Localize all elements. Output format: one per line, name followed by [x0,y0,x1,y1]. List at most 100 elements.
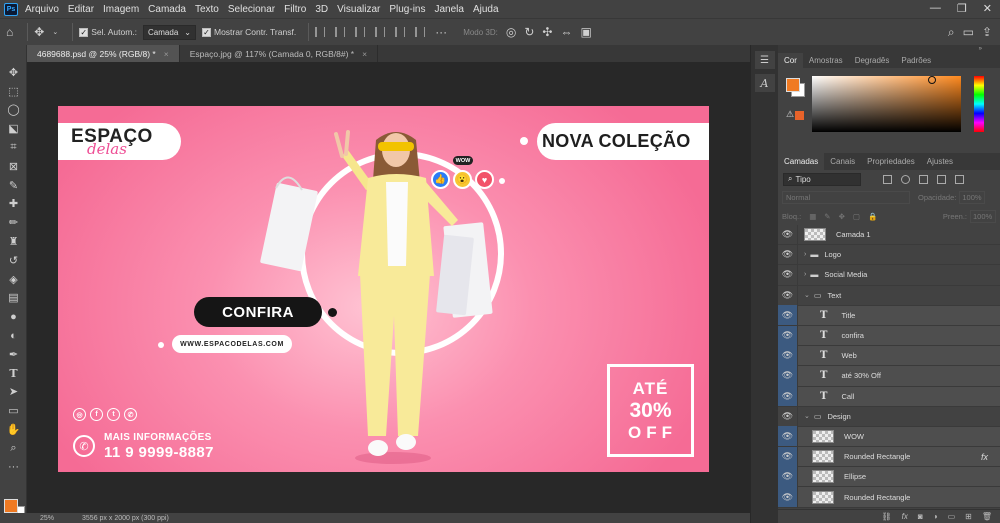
visibility-eye-icon[interactable]: 👁 [778,365,798,386]
menu-imagem[interactable]: Imagem [103,4,139,15]
align-bottom-icon[interactable] [415,27,426,37]
eyedropper-tool-icon[interactable]: ✎ [0,176,27,195]
menu-janela[interactable]: Janela [434,4,463,15]
dodge-tool-icon[interactable]: ◐ [0,326,27,345]
menu-editar[interactable]: Editar [68,4,94,15]
align-left-icon[interactable] [315,27,326,37]
marquee-tool-icon[interactable]: ⬚ [0,82,27,101]
layer-effects-icon[interactable]: fx [981,452,988,462]
visibility-eye-icon[interactable]: 👁 [778,386,798,407]
chevron-right-icon[interactable]: › [804,271,806,278]
history-panel-icon[interactable]: ☰ [754,51,775,69]
close-icon[interactable]: × [362,49,367,59]
layer-group-row[interactable]: 👁 › ▬ Social Media [778,264,1000,286]
layer-group-row[interactable]: 👁 › ▬ Logo [778,244,1000,266]
align-center-icon[interactable] [335,27,346,37]
lock-paint-icon[interactable]: ✎ [824,212,830,221]
workspace-icon[interactable]: ▭ [963,25,974,39]
align-right-icon[interactable] [355,27,366,37]
shape-filter-icon[interactable] [937,174,946,184]
hand-tool-icon[interactable]: ✋ [0,420,27,439]
layer-group-row[interactable]: 👁 ⌄ ▭ Text [778,285,1000,306]
menu-texto[interactable]: Texto [195,4,219,15]
tab-cor[interactable]: Cor [778,53,803,68]
layer-row[interactable]: 👁 Camada 1 [778,224,1000,246]
slide-3d-icon[interactable]: ⇔ [560,25,572,39]
visibility-eye-icon[interactable]: 👁 [778,446,798,467]
chevron-down-icon[interactable]: ⌄ [804,291,810,299]
visibility-eye-icon[interactable]: 👁 [778,487,798,508]
menu-ajuda[interactable]: Ajuda [473,4,499,15]
object-select-tool-icon[interactable]: ⬕ [0,119,27,138]
layer-row[interactable]: 👁 T Title [778,305,1000,326]
restore-icon[interactable]: ❐ [957,2,967,15]
align-middle-icon[interactable] [395,27,406,37]
menu-camada[interactable]: Camada [148,4,186,15]
lock-all-icon[interactable]: 🔒 [868,212,877,221]
home-icon[interactable]: ⌂ [6,25,13,39]
layer-row[interactable]: 👁 T Call [778,386,1000,407]
crop-tool-icon[interactable]: ⌗ [0,138,27,157]
color-picker-cursor[interactable] [928,76,936,84]
layer-row[interactable]: 👁 T Web [778,345,1000,367]
new-adjustment-icon[interactable]: ◑ [933,512,938,521]
chevron-down-icon[interactable]: ⌄ [52,28,58,36]
history-brush-tool-icon[interactable]: ↺ [0,251,27,270]
menu-selecionar[interactable]: Selecionar [228,4,275,15]
frame-tool-icon[interactable]: ⊠ [0,157,27,176]
lock-artboard-icon[interactable]: ▢ [853,212,860,221]
blend-mode-select[interactable]: Normal [782,191,910,204]
chevron-right-icon[interactable]: › [804,251,806,258]
foreground-color-swatch[interactable] [4,499,18,513]
hue-slider[interactable] [974,76,984,132]
search-icon[interactable]: ⌕ [948,25,955,40]
gamut-warning-swatch[interactable] [795,111,804,120]
layer-row[interactable]: 👁 Ellipse [778,466,1000,488]
visibility-eye-icon[interactable]: 👁 [778,406,798,427]
tab-canais[interactable]: Canais [824,153,861,170]
lock-position-icon[interactable]: ✥ [839,212,845,221]
blur-tool-icon[interactable]: ● [0,307,27,326]
clone-stamp-tool-icon[interactable]: ♜ [0,232,27,251]
fill-input[interactable]: 100% [970,209,996,223]
zoom-tool-icon[interactable]: ⌕ [0,439,27,458]
visibility-eye-icon[interactable]: 👁 [778,285,798,306]
visibility-eye-icon[interactable]: 👁 [778,264,798,285]
pen-tool-icon[interactable]: ✒ [0,345,27,364]
visibility-eye-icon[interactable]: 👁 [778,466,798,487]
layer-row[interactable]: 👁 WOW [778,426,1000,448]
pan-3d-icon[interactable]: ✣ [542,25,552,39]
visibility-eye-icon[interactable]: 👁 [778,224,798,245]
tab-degrades[interactable]: Degradês [849,53,896,68]
move-tool-icon[interactable]: ✥ [34,25,44,39]
link-layers-icon[interactable]: ⛓ [882,512,892,521]
menu-3d[interactable]: 3D [315,4,328,15]
move-tool-icon[interactable]: ✥ [0,63,27,82]
add-mask-icon[interactable]: ◙ [918,512,923,521]
orbit-3d-icon[interactable]: ◎ [506,25,516,39]
menu-plugins[interactable]: Plug-ins [389,4,425,15]
path-selection-tool-icon[interactable]: ➤ [0,383,27,402]
brush-tool-icon[interactable]: ✏ [0,213,27,232]
tab-espaco-jpg[interactable]: Espaço.jpg @ 117% (Camada 0, RGB/8#) * × [180,45,379,62]
tab-propriedades[interactable]: Propriedades [861,153,921,170]
scale-3d-icon[interactable]: ▣ [580,25,591,39]
opacity-input[interactable]: 100% [959,191,986,204]
rectangle-tool-icon[interactable]: ▭ [0,401,27,420]
auto-select-checkbox[interactable]: ✓ [79,27,89,37]
tab-4689688-psd[interactable]: 4689688.psd @ 25% (RGB/8) * × [27,45,180,62]
zoom-level[interactable]: 25% [40,515,54,522]
visibility-eye-icon[interactable]: 👁 [778,345,798,366]
foreground-color-swatch[interactable] [786,78,800,92]
menu-arquivo[interactable]: Arquivo [25,4,59,15]
layer-row[interactable]: 👁 Rounded Rectangle fx [778,446,1000,468]
auto-select-target-select[interactable]: Camada ⌄ [143,24,196,40]
close-icon[interactable]: × [164,49,169,59]
align-top-icon[interactable] [375,27,386,37]
visibility-eye-icon[interactable]: 👁 [778,305,798,326]
new-layer-icon[interactable]: ⊞ [965,512,972,521]
lasso-tool-icon[interactable]: ◯ [0,101,27,120]
pixel-filter-icon[interactable] [883,174,892,184]
add-style-icon[interactable]: fx [902,512,908,521]
close-icon[interactable]: ✕ [983,2,992,15]
